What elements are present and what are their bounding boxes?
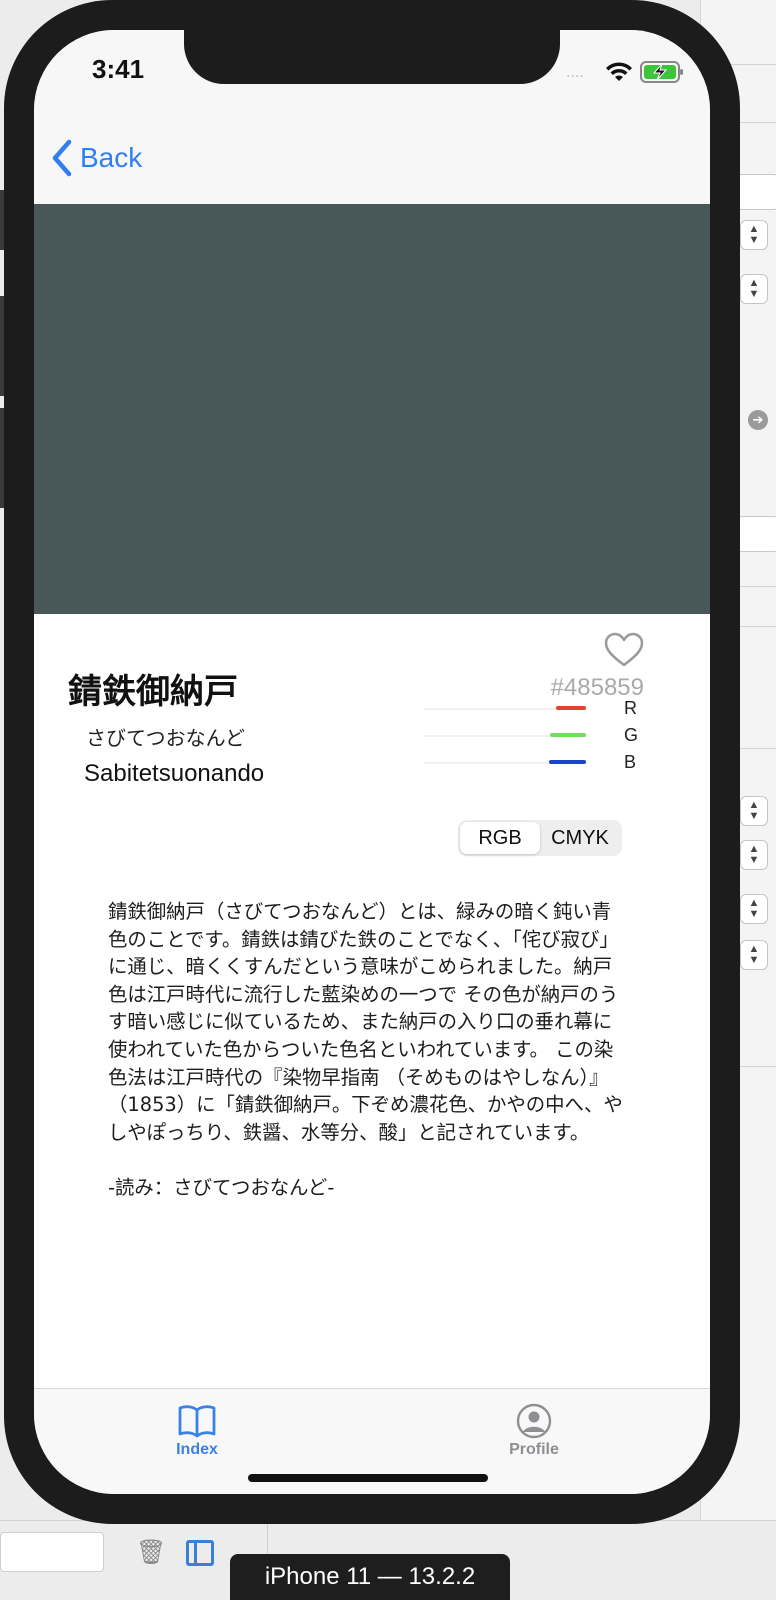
tab-index[interactable]: Index [137, 1403, 257, 1459]
inspector-field[interactable] [738, 516, 776, 552]
channel-label: B [624, 752, 637, 772]
profile-icon [516, 1403, 552, 1439]
tab-index-label: Index [176, 1441, 218, 1458]
trash-icon[interactable]: 🗑 [136, 1538, 166, 1568]
iphone-frame: 3:41 .... Back 錆鉄御納戸 #485859 さびてつおなんど Sa… [4, 0, 740, 1524]
book-icon [178, 1405, 216, 1438]
device-notch [184, 30, 560, 84]
tab-profile-label: Profile [509, 1441, 559, 1458]
channel-g: G [424, 725, 654, 747]
signal-icon: .... [566, 64, 584, 81]
channel-r: R [424, 698, 654, 720]
filter-field[interactable] [0, 1532, 104, 1572]
wifi-icon [606, 62, 632, 81]
heart-icon[interactable] [604, 632, 644, 668]
inspector-field[interactable] [738, 174, 776, 210]
channel-label: G [624, 725, 639, 745]
inspector-stepper[interactable]: ▲ ▼ [740, 796, 768, 826]
arrow-circle-icon[interactable]: ➔ [748, 410, 768, 430]
chevron-left-icon [52, 139, 72, 177]
channel-bar [556, 706, 586, 710]
inspector-stepper[interactable]: ▲ ▼ [740, 940, 768, 970]
app-screen: 3:41 .... Back 錆鉄御納戸 #485859 さびてつおなんど Sa… [34, 30, 710, 1494]
status-time: 3:41 [92, 54, 145, 84]
inspector-stepper[interactable]: ▲ ▼ [740, 274, 768, 304]
channel-b: B [424, 752, 654, 774]
back-label: Back [80, 142, 143, 173]
inspector-stepper[interactable]: ▲ ▼ [740, 840, 768, 870]
battery-charging-icon [640, 61, 683, 83]
color-name: 錆鉄御納戸 [68, 672, 238, 712]
color-reading: さびてつおなんど [86, 726, 245, 750]
navigation-bar: Back [34, 120, 710, 204]
home-indicator [248, 1474, 488, 1482]
color-romaji: Sabitetsuonando [84, 760, 265, 787]
simulator-device-label: iPhone 11 — 13.2.2 [230, 1554, 510, 1600]
color-mode-segmented-control[interactable]: RGB CMYK [458, 820, 622, 856]
color-description: 錆鉄御納戸（さびてつおなんど）とは、緑みの暗く鈍い青色のことです。錆鉄は錆びた鉄… [108, 900, 623, 1199]
channel-bar [549, 733, 586, 737]
segment-cmyk[interactable]: CMYK [540, 822, 620, 854]
back-button[interactable]: Back [50, 136, 142, 180]
color-swatch [34, 204, 710, 614]
channel-bar [549, 760, 586, 764]
inspector-stepper[interactable]: ▲ ▼ [740, 220, 768, 250]
layout-toggle-icon[interactable] [186, 1540, 214, 1566]
tab-profile[interactable]: Profile [474, 1403, 594, 1459]
channel-label: R [624, 698, 637, 718]
segment-rgb[interactable]: RGB [460, 822, 540, 854]
inspector-stepper[interactable]: ▲ ▼ [740, 894, 768, 924]
